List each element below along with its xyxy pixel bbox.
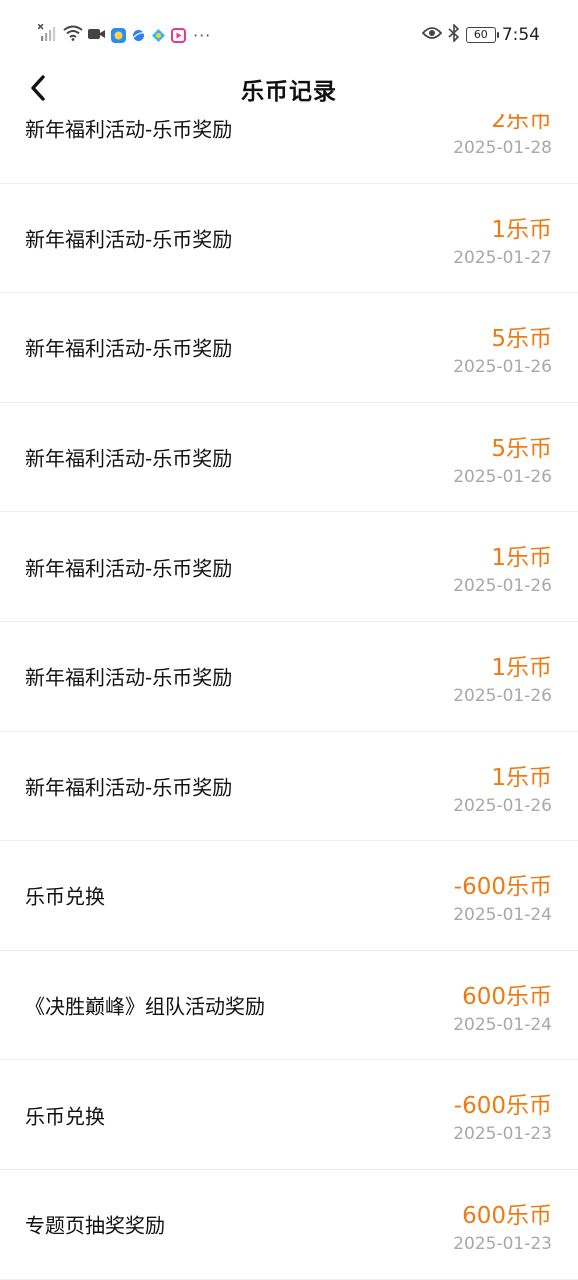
record-date: 2025-01-26	[453, 357, 552, 378]
record-amount: -600乐币	[453, 1093, 552, 1120]
record-row: 新年福利活动-乐币奖励 1乐币 2025-01-26	[0, 732, 578, 842]
record-amount: 5乐币	[491, 435, 552, 462]
record-date: 2025-01-26	[453, 685, 552, 706]
record-date: 2025-01-24	[453, 1014, 552, 1035]
more-notifications-icon: ···	[193, 25, 212, 45]
record-row: 专题页抽奖奖励 600乐币 2025-01-23	[0, 1170, 578, 1280]
status-time: 7:54	[501, 25, 540, 45]
record-title: 新年福利活动-乐币奖励	[25, 117, 233, 142]
record-date: 2025-01-23	[453, 1124, 552, 1145]
record-amount: -600乐币	[453, 874, 552, 901]
record-list[interactable]: 新年福利活动-乐币奖励 2乐币 2025-01-28 新年福利活动-乐币奖励 1乐币 20…	[0, 74, 578, 1280]
app-icon-4	[171, 27, 186, 43]
record-row: 新年福利活动-乐币奖励 5乐币 2025-01-26	[0, 403, 578, 513]
app-icon-3	[151, 27, 166, 43]
record-title: 新年福利活动-乐币奖励	[25, 336, 233, 361]
bluetooth-icon	[448, 22, 460, 47]
eye-icon	[421, 25, 443, 45]
record-amount: 1乐币	[491, 764, 552, 791]
record-title: 新年福利活动-乐币奖励	[25, 665, 233, 690]
record-row: 新年福利活动-乐币奖励 1乐币 2025-01-26	[0, 512, 578, 622]
record-amount: 5乐币	[491, 326, 552, 353]
app-icon-2	[131, 27, 146, 43]
video-icon	[88, 26, 106, 45]
record-amount: 1乐币	[491, 654, 552, 681]
record-row: 乐币兑换 -600乐币 2025-01-23	[0, 1060, 578, 1170]
record-title: 《决胜巅峰》组队活动奖励	[25, 994, 265, 1019]
record-amount: 600乐币	[462, 983, 552, 1010]
signal-off-icon	[37, 23, 58, 46]
record-date: 2025-01-24	[453, 905, 552, 926]
record-date: 2025-01-27	[453, 247, 552, 268]
record-row: 乐币兑换 -600乐币 2025-01-24	[0, 841, 578, 951]
wifi-icon	[63, 25, 83, 45]
record-title: 乐币兑换	[25, 884, 105, 909]
record-date: 2025-01-28	[453, 138, 552, 158]
record-title: 新年福利活动-乐币奖励	[25, 227, 233, 252]
record-date: 2025-01-26	[453, 576, 552, 597]
status-right-icons: 60 7:54	[421, 22, 540, 47]
record-row: 新年福利活动-乐币奖励 1乐币 2025-01-26	[0, 622, 578, 732]
record-title: 乐币兑换	[25, 1104, 105, 1129]
page-title: 乐币记录	[241, 79, 337, 105]
record-title: 新年福利活动-乐币奖励	[25, 556, 233, 581]
record-title: 新年福利活动-乐币奖励	[25, 775, 233, 800]
record-amount: 1乐币	[491, 216, 552, 243]
status-left-icons: ···	[37, 23, 212, 46]
record-date: 2025-01-26	[453, 466, 552, 487]
record-date: 2025-01-23	[453, 1233, 552, 1254]
battery-icon: 60	[465, 27, 499, 43]
status-bar: ··· 60 7:54	[0, 0, 578, 70]
record-row: 《决胜巅峰》组队活动奖励 600乐币 2025-01-24	[0, 951, 578, 1061]
record-amount: 600乐币	[462, 1202, 552, 1229]
record-row: 新年福利活动-乐币奖励 5乐币 2025-01-26	[0, 293, 578, 403]
record-amount: 1乐币	[491, 545, 552, 572]
app-icon-1	[111, 27, 126, 43]
record-title: 专题页抽奖奖励	[25, 1213, 165, 1238]
record-title: 新年福利活动-乐币奖励	[25, 446, 233, 471]
record-date: 2025-01-26	[453, 795, 552, 816]
record-row: 新年福利活动-乐币奖励 1乐币 2025-01-27	[0, 184, 578, 294]
